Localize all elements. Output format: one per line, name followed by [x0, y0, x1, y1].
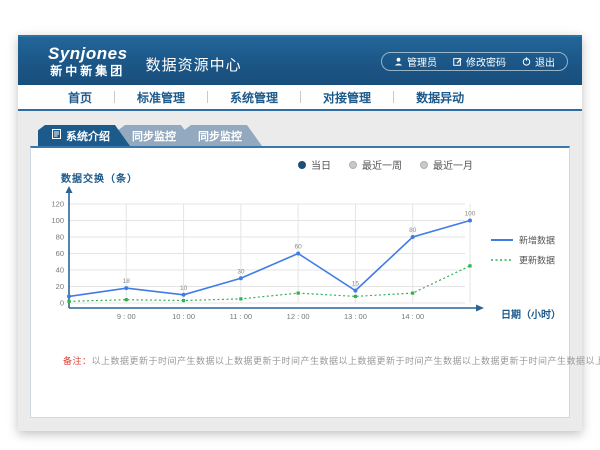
svg-text:9 : 00: 9 : 00 — [117, 312, 136, 321]
svg-text:13 : 00: 13 : 00 — [344, 312, 367, 321]
nav-item-interface-mgmt[interactable]: 对接管理 — [301, 89, 393, 106]
page-title: 数据资源中心 — [146, 54, 242, 75]
svg-text:80: 80 — [56, 233, 64, 242]
content-area: 系统介绍 同步监控 同步监控 当日 最近一周 — [18, 111, 582, 418]
svg-text:更新数据: 更新数据 — [519, 255, 555, 266]
chart-panel: 当日 最近一周 最近一月 数据交换（条） 0 20 40 60 80 100 120 9 : … — [30, 146, 570, 418]
logo-text-en: Synjones — [48, 45, 128, 62]
svg-text:100: 100 — [51, 216, 64, 225]
svg-text:12 : 00: 12 : 00 — [287, 312, 310, 321]
nav-item-standard-mgmt[interactable]: 标准管理 — [115, 89, 207, 106]
svg-text:40: 40 — [56, 266, 64, 275]
document-icon — [52, 129, 61, 142]
footer-note: 备注：以上数据更新于时间产生数据以上数据更新于时间产生数据以上数据更新于时间产生… — [63, 354, 600, 367]
svg-text:11 : 00: 11 : 00 — [230, 312, 252, 321]
logout-label: 退出 — [535, 54, 555, 69]
svg-text:60: 60 — [295, 244, 303, 251]
tab-label: 系统介绍 — [66, 128, 110, 144]
svg-text:80: 80 — [409, 227, 417, 234]
svg-text:60: 60 — [56, 249, 64, 258]
tab-system-intro[interactable]: 系统介绍 — [38, 125, 130, 146]
nav-item-system-mgmt[interactable]: 系统管理 — [208, 89, 300, 106]
svg-text:30: 30 — [237, 268, 245, 275]
radio-label: 最近一月 — [433, 157, 473, 172]
radio-last-month[interactable]: 最近一月 — [420, 157, 473, 172]
svg-text:20: 20 — [56, 282, 64, 291]
chart-container: 0 20 40 60 80 100 120 9 : 00 10 : 00 11 : 00 12 : … — [39, 186, 563, 333]
svg-text:14 : 00: 14 : 00 — [401, 312, 424, 321]
nav-item-data-change[interactable]: 数据异动 — [394, 89, 486, 106]
note-text: 以上数据更新于时间产生数据以上数据更新于时间产生数据以上数据更新于时间产生数据以… — [92, 356, 600, 366]
tab-sync-monitor-1[interactable]: 同步监控 — [118, 125, 196, 146]
nav-item-home[interactable]: 首页 — [46, 89, 114, 106]
radio-today[interactable]: 当日 — [298, 157, 331, 172]
tab-sync-monitor-2[interactable]: 同步监控 — [184, 125, 262, 146]
tab-label: 同步监控 — [198, 128, 242, 144]
note-prefix: 备注： — [63, 356, 92, 366]
radio-selected-icon — [298, 161, 306, 169]
radio-unselected-icon — [420, 161, 428, 169]
line-chart: 0 20 40 60 80 100 120 9 : 00 10 : 00 11 : 00 12 : … — [39, 186, 563, 328]
svg-text:15: 15 — [352, 281, 360, 288]
svg-text:10: 10 — [180, 285, 188, 292]
svg-text:新增数据: 新增数据 — [519, 235, 555, 246]
logout-button[interactable]: 退出 — [522, 54, 555, 69]
svg-text:18: 18 — [123, 278, 131, 285]
main-nav: 首页 标准管理 系统管理 对接管理 数据异动 — [18, 85, 582, 111]
radio-label: 最近一周 — [362, 157, 402, 172]
svg-text:0: 0 — [60, 299, 64, 308]
chart-y-axis-title: 数据交换（条） — [61, 170, 138, 185]
radio-label: 当日 — [311, 157, 331, 172]
user-actions: 管理员 修改密码 退出 — [381, 52, 568, 71]
tab-label: 同步监控 — [132, 128, 176, 144]
logo-text-cn: 新中新集团 — [48, 65, 128, 77]
time-range-group: 当日 最近一周 最近一月 — [298, 157, 473, 172]
logout-icon — [522, 57, 531, 66]
app-header: Synjones 新中新集团 数据资源中心 管理员 修改密码 退出 — [18, 35, 582, 85]
chart-x-axis-title: 日期（小时） — [501, 306, 561, 321]
admin-user-button[interactable]: 管理员 — [394, 54, 437, 69]
change-password-label: 修改密码 — [466, 54, 506, 69]
tab-bar: 系统介绍 同步监控 同步监控 — [38, 125, 570, 146]
svg-text:100: 100 — [465, 211, 476, 218]
edit-icon — [453, 57, 462, 66]
app-window: Synjones 新中新集团 数据资源中心 管理员 修改密码 退出 — [18, 35, 582, 431]
radio-last-week[interactable]: 最近一周 — [349, 157, 402, 172]
user-icon — [394, 57, 403, 66]
svg-text:10 : 00: 10 : 00 — [172, 312, 195, 321]
change-password-button[interactable]: 修改密码 — [453, 54, 506, 69]
radio-unselected-icon — [349, 161, 357, 169]
admin-label: 管理员 — [407, 54, 437, 69]
company-logo: Synjones 新中新集团 — [48, 45, 128, 77]
svg-text:120: 120 — [51, 200, 64, 209]
